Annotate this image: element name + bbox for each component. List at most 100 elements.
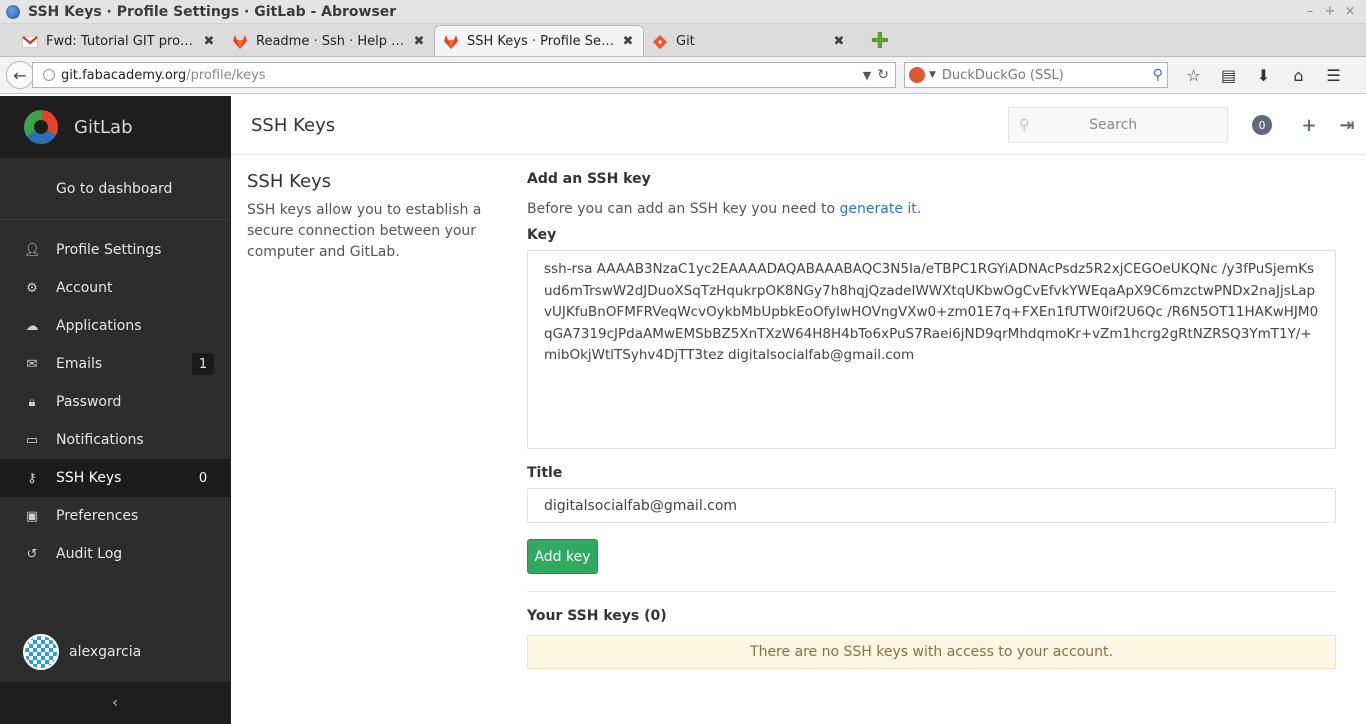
close-tab-icon[interactable]: ✖ xyxy=(621,34,635,49)
empty-keys-notice: There are no SSH keys with access to you… xyxy=(527,635,1336,669)
sign-out-icon[interactable]: ⇥ xyxy=(1328,115,1366,136)
title-label: Title xyxy=(527,465,563,481)
sidebar-item-label: SSH Keys xyxy=(56,470,122,486)
top-header: SSH Keys ⚲ Search 0 + ⇥ xyxy=(231,96,1366,155)
divider xyxy=(527,591,1336,592)
sidebar-item-label: Applications xyxy=(56,318,142,334)
lock-icon: 🔒︎ xyxy=(28,394,36,410)
section-heading: SSH Keys xyxy=(247,171,332,192)
go-to-dashboard-link[interactable]: Go to dashboard xyxy=(0,158,230,220)
key-label: Key xyxy=(527,227,557,243)
menu-icon[interactable]: ☰ xyxy=(1316,66,1351,85)
reload-icon[interactable]: ↻ xyxy=(877,67,889,83)
back-arrow-icon[interactable]: ← xyxy=(6,61,34,89)
close-tab-icon[interactable]: ✖ xyxy=(832,34,846,49)
cloud-icon: ☁ xyxy=(25,318,39,334)
browser-navbar: ← git.fabacademy.org /profile/keys ▼ ↻ ▼… xyxy=(0,57,1366,94)
key-icon: ⚷ xyxy=(27,470,37,486)
main-content: SSH Keys ⚲ Search 0 + ⇥ SSH Keys SSH key… xyxy=(231,96,1366,724)
sidebar-item-label: Audit Log xyxy=(56,546,123,562)
tab-label: Fwd: Tutorial GIT pro F... xyxy=(46,34,196,49)
sidebar-item-ssh-keys[interactable]: ⚷ SSH Keys 0 xyxy=(0,459,230,497)
gear-icon: ⚙ xyxy=(26,280,38,296)
tab-git[interactable]: Git ✖ xyxy=(644,27,854,56)
sidebar-item-label: Password xyxy=(56,394,122,410)
plus-icon[interactable]: + xyxy=(1290,115,1328,136)
new-tab-icon[interactable]: ✚ xyxy=(868,29,892,54)
section-description: SSH keys allow you to establish a secure… xyxy=(247,202,482,260)
close-window-icon[interactable]: × xyxy=(1340,4,1360,19)
form-column: Add an SSH key Before you can add an SSH… xyxy=(527,169,1336,669)
url-path: /profile/keys xyxy=(186,67,266,83)
duckduckgo-icon[interactable] xyxy=(909,67,925,83)
form-intro: Before you can add an SSH key you need t… xyxy=(527,201,1336,217)
home-icon[interactable]: ⌂ xyxy=(1281,66,1316,85)
git-icon xyxy=(652,34,668,50)
collapse-sidebar-button[interactable]: ‹ xyxy=(0,682,230,724)
todos-count-badge[interactable]: 0 xyxy=(1252,115,1272,135)
history-dropdown-icon[interactable]: ▼ xyxy=(863,69,871,82)
sidebar-item-preferences[interactable]: ▣ Preferences xyxy=(0,497,230,535)
reading-list-icon[interactable]: ▤ xyxy=(1211,66,1246,85)
downloads-icon[interactable]: ⬇ xyxy=(1246,66,1281,85)
tab-label: SSH Keys · Profile Settin... xyxy=(467,33,615,49)
info-column: SSH Keys SSH keys allow you to establish… xyxy=(247,169,527,669)
gitlab-page: GitLab Go to dashboard 👤︎ Profile Settin… xyxy=(0,96,1366,724)
tab-label: Git xyxy=(676,34,695,49)
sidebar-item-applications[interactable]: ☁ Applications xyxy=(0,307,230,345)
search-icon: ⚲ xyxy=(1019,117,1030,133)
gmail-icon xyxy=(22,34,38,50)
sidebar-item-emails[interactable]: ✉ Emails 1 xyxy=(0,345,230,383)
inbox-icon: ▭ xyxy=(25,432,39,448)
sidebar-item-account[interactable]: ⚙ Account xyxy=(0,269,230,307)
generate-it-link[interactable]: generate it. xyxy=(840,201,922,217)
ssh-keys-count-badge: 0 xyxy=(198,470,208,486)
fablab-logo-icon xyxy=(24,110,58,144)
search-engine-box[interactable]: ▼ DuckDuckGo (SSL) ⚲ xyxy=(904,62,1168,88)
key-textarea[interactable]: ssh-rsa AAAAB3NzaC1yc2EAAAADAQABAAABAQC3… xyxy=(527,250,1336,449)
sidebar-item-audit-log[interactable]: ↺ Audit Log xyxy=(0,535,230,573)
history-icon: ↺ xyxy=(26,546,38,562)
sidebar-nav: 👤︎ Profile Settings ⚙ Account ☁ Applicat… xyxy=(0,220,230,573)
browser-toolbar-icons: ☆ ▤ ⬇ ⌂ ☰ xyxy=(1176,66,1351,85)
sidebar-item-label: Account xyxy=(56,280,113,296)
sidebar-item-password[interactable]: 🔒︎ Password xyxy=(0,383,230,421)
sidebar-item-profile-settings[interactable]: 👤︎ Profile Settings xyxy=(0,231,230,269)
username: alexgarcia xyxy=(69,644,142,660)
sidebar-item-label: Notifications xyxy=(56,432,144,448)
bookmark-star-icon[interactable]: ☆ xyxy=(1176,66,1211,85)
brand-name: GitLab xyxy=(74,116,133,138)
tab-gmail[interactable]: Fwd: Tutorial GIT pro F... ✖ xyxy=(14,27,224,56)
search-icon[interactable]: ⚲ xyxy=(1153,67,1163,83)
sidebar-item-label: Preferences xyxy=(56,508,139,524)
search-placeholder: Search xyxy=(1089,117,1138,133)
sidebar-item-label: Profile Settings xyxy=(56,242,162,258)
intro-text: Before you can add an SSH key you need t… xyxy=(527,201,836,217)
form-heading: Add an SSH key xyxy=(527,171,651,187)
close-tab-icon[interactable]: ✖ xyxy=(412,34,426,49)
window-title: SSH Keys · Profile Settings · GitLab - A… xyxy=(28,3,397,20)
brand[interactable]: GitLab xyxy=(0,96,230,158)
your-ssh-keys-heading: Your SSH keys (0) xyxy=(527,608,667,624)
url-bar[interactable]: git.fabacademy.org /profile/keys ▼ ↻ xyxy=(32,62,896,88)
image-icon: ▣ xyxy=(25,508,39,524)
user-profile-link[interactable]: alexgarcia xyxy=(0,622,230,682)
add-key-button[interactable]: Add key xyxy=(527,539,598,574)
sidebar-item-label: Emails xyxy=(56,356,103,372)
maximize-icon[interactable]: + xyxy=(1320,4,1340,19)
search-input[interactable]: ⚲ Search xyxy=(1008,107,1228,143)
sidebar: GitLab Go to dashboard 👤︎ Profile Settin… xyxy=(0,96,231,724)
title-input[interactable]: digitalsocialfab@gmail.com xyxy=(527,488,1336,523)
user-icon: 👤︎ xyxy=(24,242,41,258)
window-titlebar: SSH Keys · Profile Settings · GitLab - A… xyxy=(0,0,1366,24)
sidebar-item-notifications[interactable]: ▭ Notifications xyxy=(0,421,230,459)
browser-app-icon xyxy=(6,4,20,19)
minimize-icon[interactable]: – xyxy=(1300,4,1320,19)
gitlab-fox-icon xyxy=(232,34,248,50)
avatar xyxy=(23,634,59,670)
close-tab-icon[interactable]: ✖ xyxy=(202,34,216,49)
envelope-icon: ✉ xyxy=(26,356,38,372)
tab-ssh-keys[interactable]: SSH Keys · Profile Settin... ✖ xyxy=(434,25,644,56)
tab-readme[interactable]: Readme · Ssh · Help · Gi... ✖ xyxy=(224,27,434,56)
engine-dropdown-icon[interactable]: ▼ xyxy=(929,70,936,80)
